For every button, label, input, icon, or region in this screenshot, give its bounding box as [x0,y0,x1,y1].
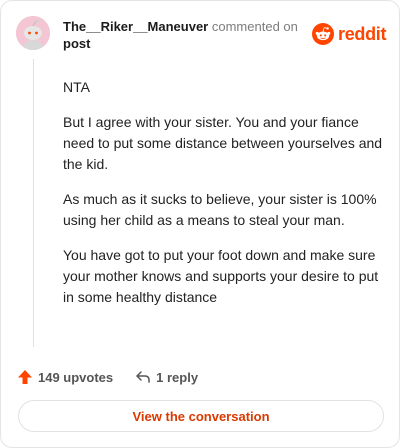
upvote-count: 149 upvotes [38,369,114,385]
post-link[interactable]: post [63,36,90,51]
reply-button[interactable]: 1 reply [135,369,198,385]
avatar[interactable] [16,16,50,50]
username[interactable]: The__Riker__Maneuver [63,19,208,34]
thread-line [33,59,34,347]
reddit-logo[interactable]: reddit [312,23,387,45]
comment-body: NTA But I agree with your sister. You an… [63,77,383,322]
view-conversation-button[interactable]: View the conversation [18,400,384,432]
reddit-wordmark: reddit [338,24,387,44]
comment-footer: 149 upvotes 1 reply [17,367,198,387]
comment-paragraph: You have got to put your foot down and m… [63,247,379,305]
comment-paragraph: But I agree with your sister. You and yo… [63,114,383,172]
upvote-button[interactable]: 149 upvotes [17,369,113,385]
reddit-logo-icon [312,23,334,45]
reply-arrow-icon [136,371,150,383]
reply-count: 1 reply [156,369,199,385]
comment-paragraph: As much as it sucks to believe, your sis… [63,191,377,228]
upvote-arrow-icon [18,370,32,384]
action-text: commented on [211,19,298,34]
snoo-avatar-icon [16,16,50,50]
comment-card: The__Riker__Maneuver commented on post r… [0,0,400,448]
comment-header: The__Riker__Maneuver commented on post [63,18,303,52]
comment-paragraph: NTA [63,79,90,95]
